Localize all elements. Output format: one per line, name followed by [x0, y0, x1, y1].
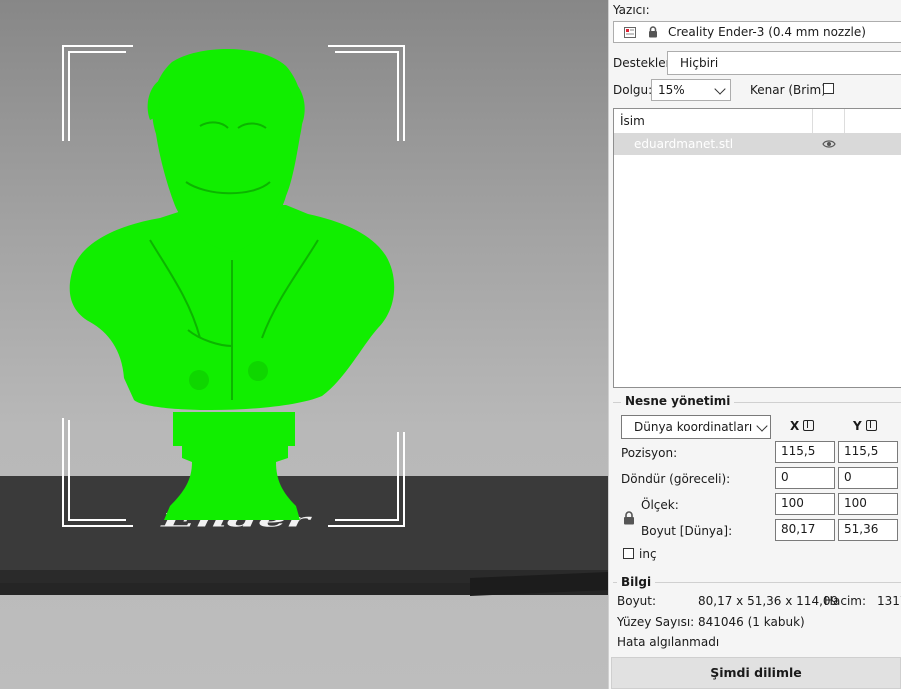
info-size-value: 80,17 x 51,36 x 114,09 — [698, 594, 839, 608]
x-axis-header: X — [790, 419, 815, 433]
object-name: eduardmanet.stl — [634, 137, 734, 151]
object-management-title: Nesne yönetimi — [621, 394, 735, 408]
scale-y-input[interactable]: 100 — [838, 493, 898, 515]
coordinate-mode-value: Dünya koordinatları — [634, 420, 753, 434]
print-bed-scene: Ender — [0, 45, 608, 596]
info-volume-label: Hacim: — [824, 594, 867, 608]
rotate-x-input[interactable]: 0 — [775, 467, 835, 489]
info-facets-value: 841046 (1 kabuk) — [698, 615, 805, 629]
chevron-down-icon — [756, 420, 768, 432]
brim-label: Kenar (Brim): — [750, 83, 830, 97]
brim-checkbox[interactable] — [823, 83, 834, 94]
lock-icon — [649, 26, 657, 38]
coat-button-right — [248, 361, 268, 381]
printer-selector[interactable]: Creality Ender-3 (0.4 mm nozzle) — [613, 21, 901, 43]
printer-name: Creality Ender-3 (0.4 mm nozzle) — [668, 25, 866, 39]
printer-label: Yazıcı: — [613, 3, 650, 17]
axis-x-icon — [803, 420, 815, 431]
printer-config-icon — [624, 27, 636, 38]
axis-y-icon — [865, 420, 877, 431]
scale-lock-icon[interactable] — [623, 511, 635, 525]
size-x-input[interactable]: 80,17 — [775, 519, 835, 541]
supports-select[interactable]: Hiçbiri — [667, 51, 901, 75]
chevron-down-icon — [714, 83, 726, 95]
eye-icon[interactable] — [822, 139, 836, 149]
position-x-input[interactable]: 115,5 — [775, 441, 835, 463]
object-list-header[interactable]: İsim — [614, 109, 901, 134]
settings-panel: Yazıcı: Creality Ender-3 (0.4 mm nozzle)… — [608, 0, 901, 689]
y-axis-header: Y — [853, 419, 877, 433]
scale-label: Ölçek: — [641, 498, 679, 512]
infill-label: Dolgu: — [613, 83, 653, 97]
size-y-input[interactable]: 51,36 — [838, 519, 898, 541]
3d-viewport[interactable]: Ender — [0, 0, 608, 689]
infill-select[interactable]: 15% — [651, 79, 731, 101]
info-size-label: Boyut: — [617, 594, 657, 608]
position-y-input[interactable]: 115,5 — [838, 441, 898, 463]
list-item[interactable]: eduardmanet.stl — [614, 133, 901, 155]
rotate-y-input[interactable]: 0 — [838, 467, 898, 489]
name-column-header: İsim — [620, 114, 645, 128]
slice-now-button[interactable]: Şimdi dilimle — [611, 657, 901, 689]
info-errors-text: Hata algılanmadı — [617, 635, 720, 649]
supports-label: Destekler: — [613, 56, 675, 70]
coat-button-left — [189, 370, 209, 390]
info-title: Bilgi — [617, 575, 656, 589]
position-label: Pozisyon: — [621, 446, 678, 460]
coordinate-mode-select[interactable]: Dünya koordinatları — [621, 415, 771, 439]
inch-checkbox[interactable] — [623, 548, 634, 559]
inch-label: inç — [639, 547, 657, 561]
rotate-label: Döndür (göreceli): — [621, 472, 731, 486]
info-volume-value: 1317 — [877, 594, 901, 608]
info-facets-label: Yüzey Sayısı: — [617, 615, 695, 629]
supports-value: Hiçbiri — [680, 56, 719, 70]
object-list: İsim eduardmanet.stl — [613, 108, 901, 388]
size-label: Boyut [Dünya]: — [641, 524, 733, 538]
scale-x-input[interactable]: 100 — [775, 493, 835, 515]
infill-value: 15% — [658, 83, 685, 97]
